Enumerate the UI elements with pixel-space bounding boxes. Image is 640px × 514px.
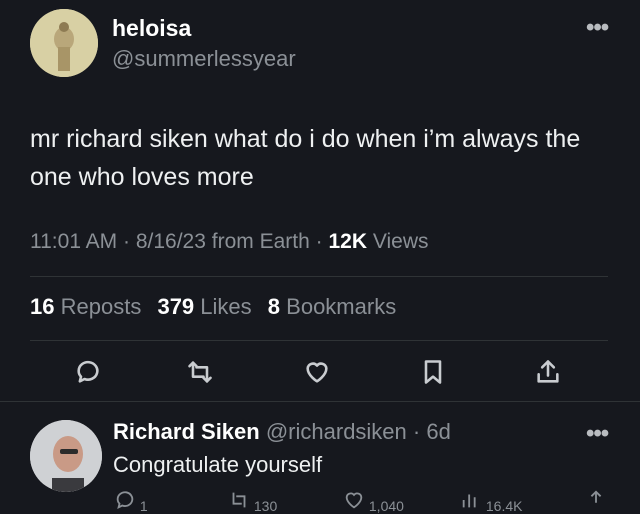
like-icon — [345, 492, 363, 509]
reply-more-horizontal-icon[interactable]: ••• — [586, 420, 609, 448]
views-label: Views — [372, 230, 429, 253]
reply-age[interactable]: 6d — [426, 419, 450, 444]
reply-reply-button[interactable]: 1 — [114, 489, 148, 514]
author-name[interactable]: heloisa — [112, 15, 191, 42]
bookmark-button[interactable] — [413, 352, 453, 392]
reply-repost-button[interactable]: 130 — [228, 489, 277, 514]
more-horizontal-icon[interactable]: ••• — [586, 14, 609, 42]
author-handle[interactable]: @summerlessyear — [112, 46, 296, 72]
share-icon — [590, 490, 602, 503]
reply-like-button[interactable]: 1,040 — [343, 489, 404, 514]
divider — [30, 276, 608, 277]
avatar[interactable] — [30, 9, 98, 77]
separator-dot: · — [406, 419, 427, 444]
separator-dot: · — [315, 230, 329, 253]
tweet-meta: 11:01 AM · 8/16/23 from Earth · 12K View… — [30, 230, 428, 254]
reply-author-name[interactable]: Richard Siken — [113, 419, 260, 444]
reply-button[interactable] — [68, 352, 108, 392]
avatar-image — [30, 9, 98, 77]
reply-share-button[interactable] — [585, 489, 607, 514]
reply-icon — [77, 360, 99, 383]
bookmarks-stat[interactable]: 8 Bookmarks — [268, 294, 396, 319]
repost-button[interactable] — [180, 352, 220, 392]
reply-text: Congratulate yourself — [113, 452, 323, 477]
reply-icon — [116, 491, 134, 510]
share-icon — [537, 360, 559, 383]
tweet-stats: 16 Reposts 379 Likes 8 Bookmarks — [30, 294, 406, 320]
like-icon — [306, 362, 328, 383]
separator-dot: · — [123, 230, 136, 253]
tweet-time[interactable]: 11:01 AM — [30, 230, 117, 253]
divider — [30, 340, 608, 341]
reply-avatar-image — [30, 420, 102, 492]
share-button[interactable] — [528, 352, 568, 392]
tweet-source: from Earth — [211, 230, 310, 253]
reply-views-count: 16.4K — [485, 498, 523, 514]
divider — [0, 401, 640, 402]
reply-author-handle[interactable]: @richardsiken — [266, 419, 407, 444]
reply-avatar[interactable] — [30, 420, 102, 492]
reply-author: Richard Siken @richardsiken · 6d — [113, 419, 451, 445]
reply-like-count: 1,040 — [368, 498, 404, 514]
repost-icon — [188, 361, 212, 383]
views-icon — [462, 494, 476, 508]
tweet-date[interactable]: 8/16/23 — [136, 230, 206, 253]
reply-repost-count: 130 — [253, 498, 278, 514]
reply-views-button[interactable]: 16.4K — [460, 489, 522, 514]
repost-icon — [232, 492, 246, 508]
like-button[interactable] — [297, 352, 337, 392]
reposts-stat[interactable]: 16 Reposts — [30, 294, 141, 319]
reply-reply-count: 1 — [139, 498, 148, 514]
views-count: 12K — [328, 230, 367, 253]
bookmark-icon — [424, 360, 442, 384]
likes-stat[interactable]: 379 Likes — [157, 294, 251, 319]
tweet-text: mr richard siken what do i do when i’m a… — [30, 125, 581, 191]
